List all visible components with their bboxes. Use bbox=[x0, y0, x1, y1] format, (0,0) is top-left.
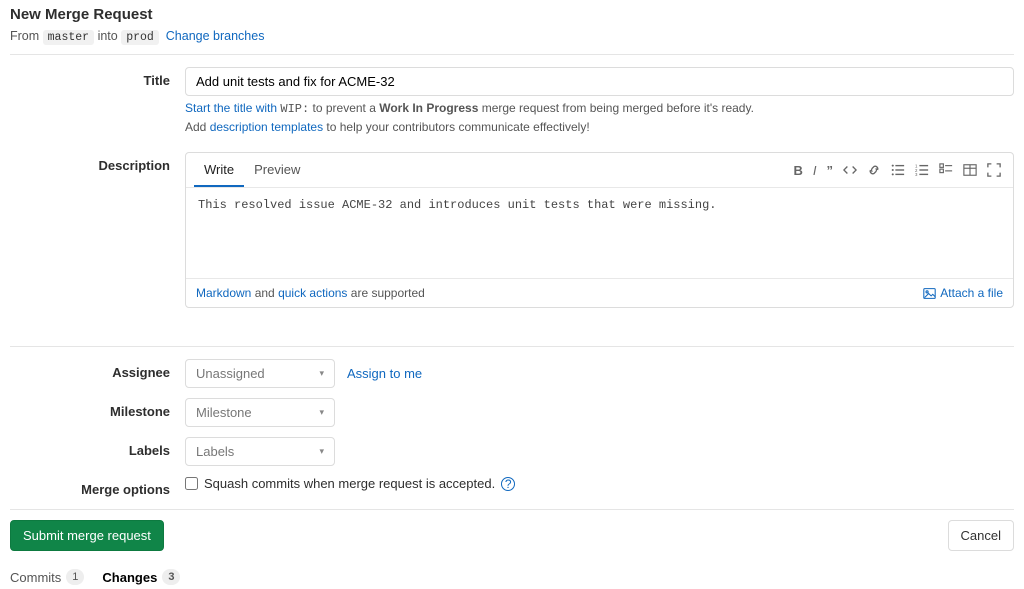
branch-info: From master into prod Change branches bbox=[10, 29, 1014, 44]
tab-commits[interactable]: Commits 1 bbox=[10, 569, 84, 585]
squash-label: Squash commits when merge request is acc… bbox=[204, 476, 495, 491]
bottom-tabs: Commits 1 Changes 3 bbox=[10, 569, 1014, 585]
squash-checkbox[interactable] bbox=[185, 477, 198, 490]
merge-options-label: Merge options bbox=[10, 476, 185, 497]
submit-button[interactable]: Submit merge request bbox=[10, 520, 164, 551]
page-header: New Merge Request From master into prod … bbox=[10, 6, 1014, 44]
template-hint: Add description templates to help your c… bbox=[185, 120, 1014, 134]
changes-count-badge: 3 bbox=[162, 569, 180, 585]
page-title: New Merge Request bbox=[10, 6, 1014, 23]
table-icon[interactable] bbox=[963, 163, 977, 178]
tab-write[interactable]: Write bbox=[194, 153, 244, 187]
chevron-down-icon: ▾ bbox=[319, 369, 324, 378]
change-branches-link[interactable]: Change branches bbox=[166, 29, 265, 43]
description-textarea[interactable]: This resolved issue ACME-32 and introduc… bbox=[186, 188, 1013, 278]
fullscreen-icon[interactable] bbox=[987, 163, 1001, 178]
attach-file-button[interactable]: Attach a file bbox=[923, 286, 1003, 300]
assignee-label: Assignee bbox=[10, 359, 185, 380]
divider bbox=[10, 54, 1014, 55]
link-icon[interactable] bbox=[867, 163, 881, 178]
commits-count-badge: 1 bbox=[66, 569, 84, 585]
title-input[interactable] bbox=[185, 67, 1014, 96]
to-branch: prod bbox=[121, 30, 159, 45]
tab-preview[interactable]: Preview bbox=[244, 153, 310, 187]
svg-text:3: 3 bbox=[915, 172, 918, 177]
description-editor: Write Preview B I ” 123 This resolved is… bbox=[185, 152, 1014, 308]
quick-actions-link[interactable]: quick actions bbox=[278, 286, 347, 300]
code-icon[interactable] bbox=[843, 163, 857, 178]
editor-toolbar: B I ” 123 bbox=[793, 163, 1005, 178]
assignee-select[interactable]: Unassigned ▾ bbox=[185, 359, 335, 388]
description-templates-link[interactable]: description templates bbox=[210, 120, 323, 134]
divider bbox=[10, 346, 1014, 347]
cancel-button[interactable]: Cancel bbox=[948, 520, 1014, 551]
markdown-hint: Markdown and quick actions are supported bbox=[196, 286, 425, 300]
labels-label: Labels bbox=[10, 437, 185, 458]
chevron-down-icon: ▾ bbox=[319, 447, 324, 456]
image-icon bbox=[923, 287, 936, 300]
labels-select[interactable]: Labels ▾ bbox=[185, 437, 335, 466]
task-list-icon[interactable] bbox=[939, 163, 953, 178]
chevron-down-icon: ▾ bbox=[319, 408, 324, 417]
description-label: Description bbox=[10, 152, 185, 173]
milestone-select[interactable]: Milestone ▾ bbox=[185, 398, 335, 427]
bullet-list-icon[interactable] bbox=[891, 163, 905, 178]
italic-icon[interactable]: I bbox=[813, 163, 817, 178]
milestone-label: Milestone bbox=[10, 398, 185, 419]
bold-icon[interactable]: B bbox=[793, 163, 802, 178]
help-icon[interactable]: ? bbox=[501, 477, 515, 491]
tab-changes[interactable]: Changes 3 bbox=[102, 569, 180, 585]
assign-to-me-link[interactable]: Assign to me bbox=[347, 366, 422, 381]
from-branch: master bbox=[43, 30, 94, 45]
wip-hint: Start the title with WIP: to prevent a W… bbox=[185, 101, 1014, 116]
title-label: Title bbox=[10, 67, 185, 88]
markdown-link[interactable]: Markdown bbox=[196, 286, 251, 300]
quote-icon[interactable]: ” bbox=[827, 163, 834, 178]
numbered-list-icon[interactable]: 123 bbox=[915, 163, 929, 178]
